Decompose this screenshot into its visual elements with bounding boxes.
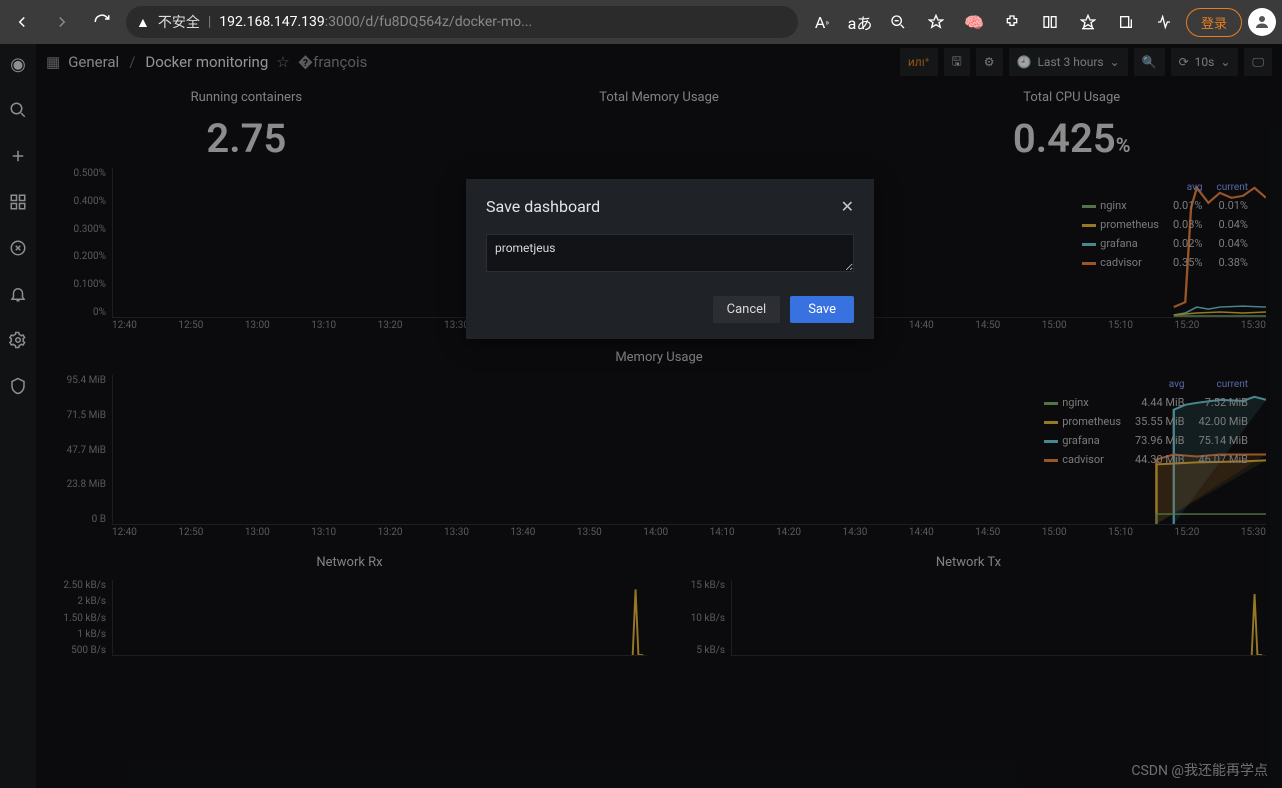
url-warning: 不安全 bbox=[158, 12, 200, 32]
split-screen-icon[interactable] bbox=[1034, 6, 1066, 38]
explore-icon[interactable] bbox=[4, 234, 32, 262]
browser-chrome: ▲ 不安全 | 192.168.147.139:3000/d/fu8DQ564z… bbox=[0, 0, 1282, 44]
create-icon[interactable] bbox=[4, 142, 32, 170]
zoom-out-icon[interactable] bbox=[882, 6, 914, 38]
extension-icon[interactable] bbox=[996, 6, 1028, 38]
configuration-icon[interactable] bbox=[4, 326, 32, 354]
favorites-bar-icon[interactable] bbox=[1072, 6, 1104, 38]
warning-icon: ▲ bbox=[136, 14, 150, 31]
save-button[interactable]: Save bbox=[790, 296, 854, 323]
reload-button[interactable] bbox=[86, 6, 118, 38]
back-button[interactable] bbox=[6, 6, 38, 38]
favorite-icon[interactable] bbox=[920, 6, 952, 38]
translate-icon[interactable]: aあ bbox=[844, 6, 876, 38]
dashboards-icon[interactable] bbox=[4, 188, 32, 216]
forward-button[interactable] bbox=[46, 6, 78, 38]
performance-icon[interactable] bbox=[1148, 6, 1180, 38]
grafana-main: ▦ General / Docker monitoring ☆ �françoi… bbox=[36, 44, 1282, 788]
modal-title: Save dashboard bbox=[486, 197, 600, 216]
save-dashboard-modal: Save dashboard ✕ Cancel Save bbox=[466, 179, 874, 339]
close-icon[interactable]: ✕ bbox=[841, 197, 854, 216]
url-text: 192.168.147.139:3000/d/fu8DQ564z/docker-… bbox=[219, 14, 532, 30]
search-icon[interactable] bbox=[4, 96, 32, 124]
alerting-icon[interactable] bbox=[4, 280, 32, 308]
profile-avatar[interactable] bbox=[1248, 8, 1276, 36]
collections-icon[interactable] bbox=[1110, 6, 1142, 38]
login-button[interactable]: 登录 bbox=[1186, 8, 1242, 37]
copilot-icon[interactable]: 🧠 bbox=[958, 6, 990, 38]
admin-icon[interactable] bbox=[4, 372, 32, 400]
grafana-logo-icon[interactable]: ◉ bbox=[4, 50, 32, 78]
cancel-button[interactable]: Cancel bbox=[713, 296, 781, 323]
modal-backdrop[interactable] bbox=[36, 44, 1282, 788]
save-message-input[interactable] bbox=[486, 234, 854, 272]
grafana-sidebar: ◉ bbox=[0, 44, 36, 788]
url-bar[interactable]: ▲ 不安全 | 192.168.147.139:3000/d/fu8DQ564z… bbox=[126, 6, 798, 38]
read-aloud-icon[interactable]: A» bbox=[806, 6, 838, 38]
